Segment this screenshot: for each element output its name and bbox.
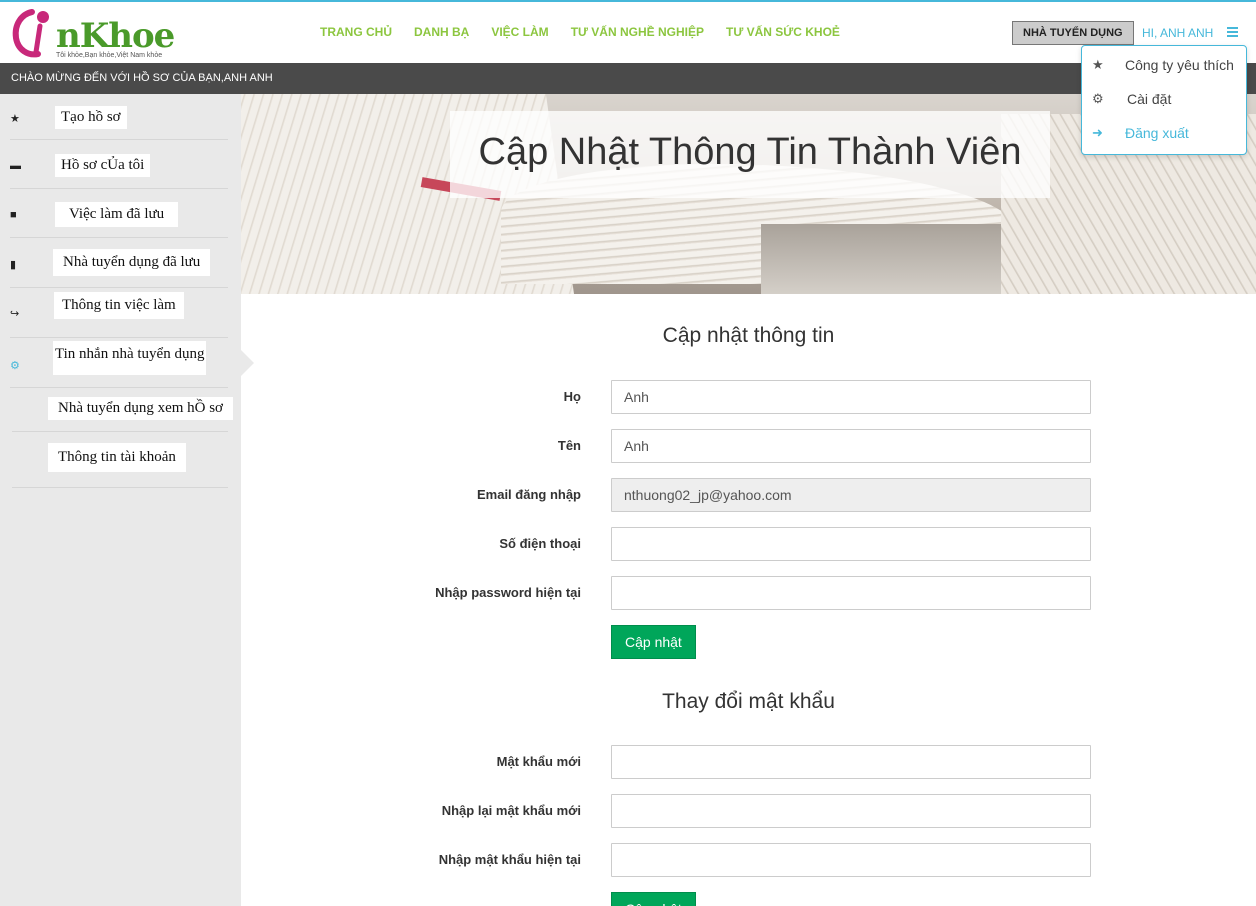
last-name-input[interactable] — [611, 380, 1091, 414]
sidebar-item-label: Hồ sơ cỦa tôi — [55, 154, 151, 177]
site-logo[interactable]: nKhoe Tôi khỏe,Bạn khỏe,Việt Nam khỏe — [10, 6, 192, 62]
sidebar-item-label: Thông tin tài khoản — [48, 443, 186, 472]
hamburger-menu-icon[interactable] — [1227, 27, 1238, 37]
sign-out-icon: ➜ — [1092, 125, 1103, 140]
bookmark-icon: ▮ — [10, 259, 17, 271]
star-icon: ★ — [1092, 57, 1104, 72]
new-password-label: Mật khẩu mới — [496, 754, 581, 769]
new-password-input[interactable] — [611, 745, 1091, 779]
phone-label: Số điện thoại — [499, 536, 581, 551]
gears-icon: ⚙ — [10, 360, 20, 372]
welcome-bar: CHÀO MỪNG ĐẾN VỚI HỒ SƠ CỦA BẠN,ANH ANH — [0, 63, 1256, 94]
gears-icon: ⚙ — [1092, 91, 1104, 106]
logo-figure-icon — [12, 9, 49, 58]
nav-home[interactable]: TRANG CHỦ — [320, 25, 392, 39]
confirm-password-label: Nhập lại mật khẩu mới — [441, 803, 581, 818]
sidebar-item-label: Tạo hồ sơ — [55, 106, 127, 129]
top-header: nKhoe Tôi khỏe,Bạn khỏe,Việt Nam khỏe TR… — [0, 0, 1256, 63]
sidebar-item-label: Việc làm đã lưu — [55, 202, 179, 227]
book-icon: ■ — [10, 209, 17, 221]
sidebar-item-label: Nhà tuyển dụng đã lưu — [53, 249, 211, 276]
employer-button[interactable]: NHÀ TUYỂN DỤNG — [1012, 21, 1134, 45]
briefcase-icon: ▬ — [10, 160, 21, 172]
email-field — [611, 478, 1091, 512]
first-name-label: Tên — [557, 438, 581, 453]
sidebar-divider — [10, 139, 228, 140]
sidebar-divider — [10, 337, 228, 338]
sidebar-item-label: Tin nhắn nhà tuyển dụng — [53, 341, 207, 375]
phone-input[interactable] — [611, 527, 1091, 561]
nav-career-advice[interactable]: TƯ VẤN NGHỀ NGHIỆP — [571, 25, 704, 39]
menu-item-label: Đăng xuất — [1125, 125, 1189, 141]
sidebar: ★ Tạo hồ sơ ▬ Hồ sơ cỦa tôi ■ Việc làm đ… — [0, 94, 241, 906]
menu-item-settings[interactable]: ⚙ Cài đặt — [1082, 82, 1248, 116]
menu-item-label: Công ty yêu thích — [1125, 57, 1234, 73]
logo-text: nKhoe — [56, 16, 175, 56]
nav-health-advice[interactable]: TƯ VẤN SỨC KHOẺ — [726, 25, 840, 39]
main-nav: TRANG CHỦ DANH BẠ VIỆC LÀM TƯ VẤN NGHỀ N… — [320, 25, 840, 39]
sidebar-divider — [12, 431, 228, 432]
nav-jobs[interactable]: VIỆC LÀM — [491, 25, 548, 39]
star-icon: ★ — [10, 113, 20, 125]
sidebar-divider — [10, 188, 228, 189]
sidebar-divider — [12, 487, 228, 488]
nav-directory[interactable]: DANH BẠ — [414, 25, 469, 39]
update-info-title: Cập nhật thông tin — [662, 324, 835, 347]
change-password-title: Thay đổi mật khẩu — [662, 690, 835, 713]
current-password-input[interactable] — [611, 576, 1091, 610]
menu-item-logout[interactable]: ➜ Đăng xuất — [1082, 116, 1248, 150]
menu-item-favorite-companies[interactable]: ★ Công ty yêu thích — [1082, 48, 1248, 82]
page-title: Cập Nhật Thông Tin Thành Viên — [478, 131, 1022, 173]
password-current-input[interactable] — [611, 843, 1091, 877]
sidebar-item-label: Nhà tuyển dụng xem hỒ sơ — [48, 397, 233, 420]
change-password-button[interactable]: Cập nhật — [611, 892, 696, 906]
first-name-input[interactable] — [611, 429, 1091, 463]
active-item-arrow — [241, 350, 254, 376]
user-dropdown-menu: ★ Công ty yêu thích ⚙ Cài đặt ➜ Đăng xuấ… — [1081, 45, 1247, 155]
update-info-button[interactable]: Cập nhật — [611, 625, 696, 659]
banner-title-box: Cập Nhật Thông Tin Thành Viên — [450, 111, 1050, 198]
confirm-password-input[interactable] — [611, 794, 1091, 828]
menu-item-label: Cài đặt — [1127, 91, 1172, 107]
sidebar-item-label: Thông tin việc làm — [54, 292, 184, 319]
current-password-label: Nhập password hiện tại — [435, 585, 581, 600]
user-greeting[interactable]: HI, ANH ANH — [1142, 26, 1213, 40]
share-icon: ↪ — [10, 308, 20, 320]
email-label: Email đăng nhập — [476, 487, 581, 502]
last-name-label: Họ — [563, 389, 581, 404]
password-current-label: Nhập mật khẩu hiện tại — [438, 852, 581, 867]
sidebar-divider — [10, 287, 228, 288]
sidebar-divider — [10, 237, 228, 238]
sidebar-divider — [10, 387, 228, 388]
logo-tagline: Tôi khỏe,Bạn khỏe,Việt Nam khỏe — [56, 52, 163, 59]
